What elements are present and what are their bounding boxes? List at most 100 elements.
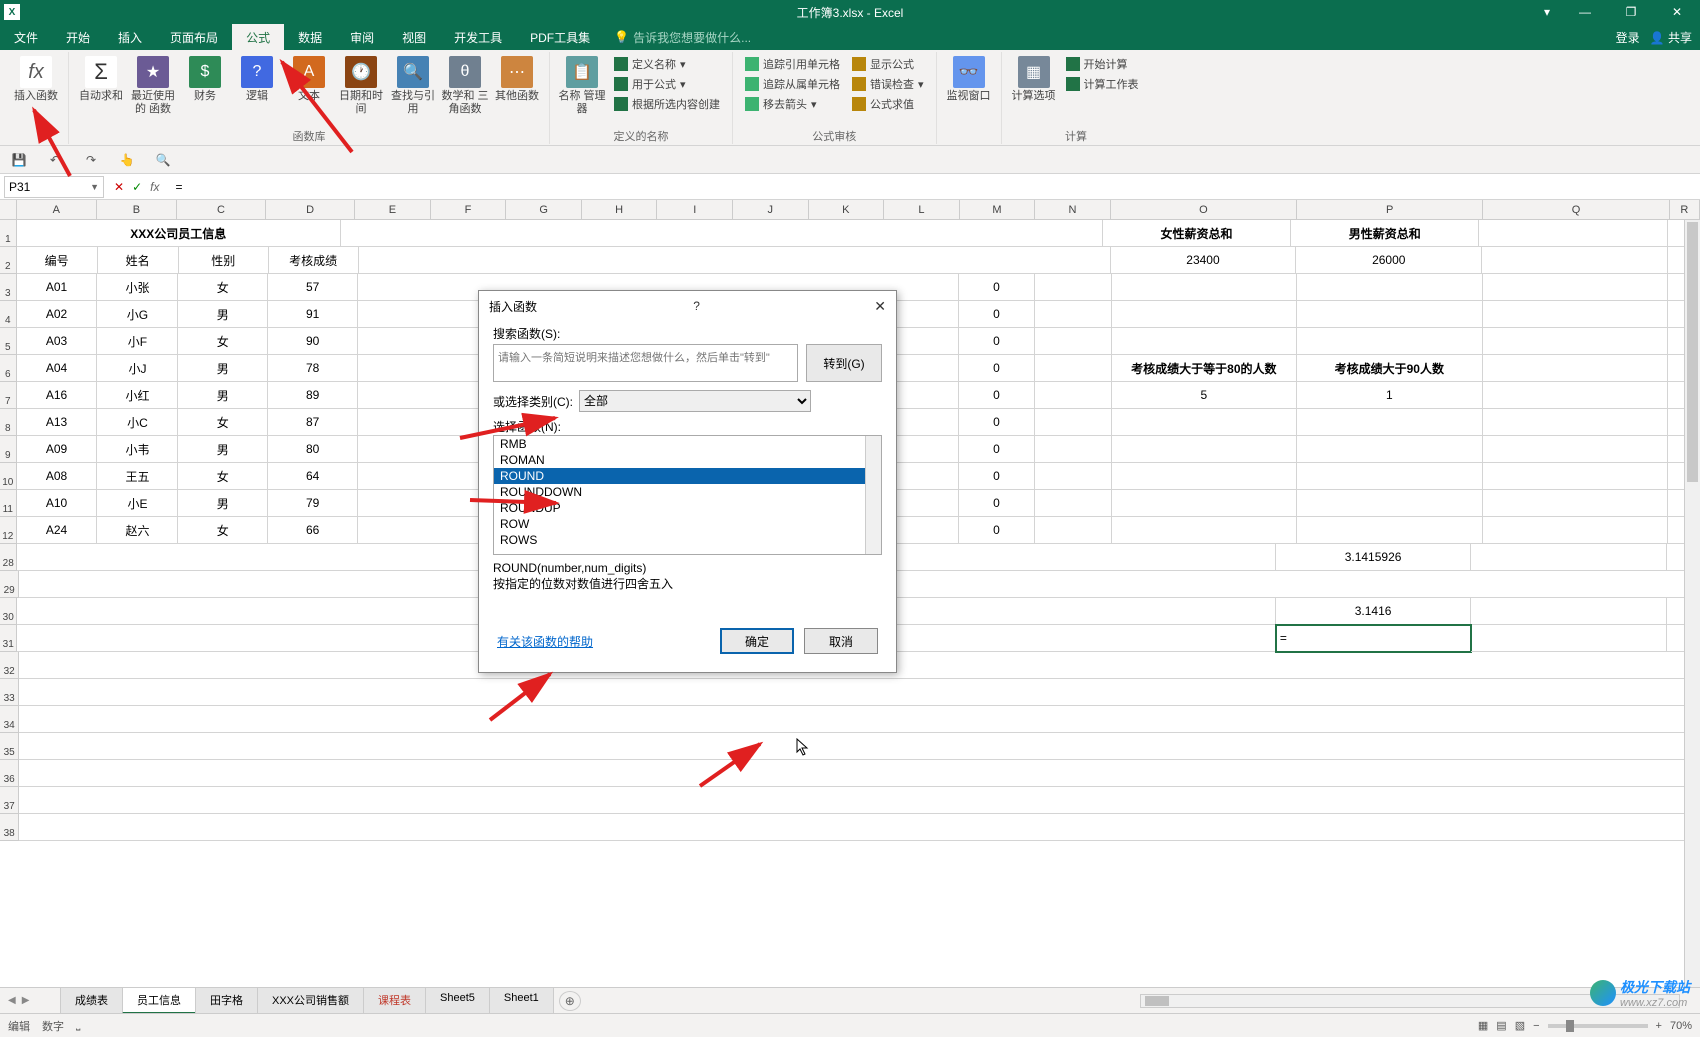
row-header[interactable]: 4: [0, 301, 17, 328]
cell-id[interactable]: A08: [17, 463, 98, 490]
show-formulas-button[interactable]: 显示公式: [848, 54, 928, 74]
tab-view[interactable]: 视图: [388, 24, 440, 50]
search-function-input[interactable]: [493, 344, 798, 382]
cell-name[interactable]: 小G: [97, 301, 178, 328]
column-header-F[interactable]: F: [431, 200, 507, 219]
function-listbox[interactable]: RMBROMANROUNDROUNDDOWNROUNDUPROWROWS: [493, 435, 882, 555]
dialog-titlebar[interactable]: 插入函数 ? ✕: [479, 291, 896, 321]
row-header[interactable]: 29: [0, 571, 19, 598]
gt90-label[interactable]: 考核成绩大于90人数: [1297, 355, 1482, 382]
close-button[interactable]: ✕: [1654, 0, 1700, 24]
vertical-scrollbar[interactable]: [1684, 220, 1700, 987]
row-header[interactable]: 11: [0, 490, 17, 517]
view-normal-button[interactable]: ▦: [1478, 1019, 1488, 1032]
table-title[interactable]: XXX公司员工信息: [17, 220, 341, 247]
row-header[interactable]: 35: [0, 733, 19, 760]
col-header-gender[interactable]: 性别: [179, 247, 269, 274]
watch-window-button[interactable]: 👓监视窗口: [945, 54, 993, 103]
cell[interactable]: [1483, 463, 1668, 490]
cancel-button[interactable]: 取消: [804, 628, 878, 654]
ok-button[interactable]: 确定: [720, 628, 794, 654]
cell[interactable]: [1483, 409, 1668, 436]
vertical-scrollbar-thumb[interactable]: [1687, 222, 1698, 482]
row-header[interactable]: 1: [0, 220, 17, 247]
cell-m[interactable]: 0: [959, 301, 1035, 328]
tab-insert[interactable]: 插入: [104, 24, 156, 50]
calculation-options-button[interactable]: ▦计算选项: [1010, 54, 1058, 103]
column-header-J[interactable]: J: [733, 200, 809, 219]
function-item-roundup[interactable]: ROUNDUP: [494, 500, 881, 516]
dialog-close-button[interactable]: ✕: [874, 298, 886, 315]
remove-arrows-button[interactable]: 移去箭头 ▾: [741, 94, 844, 114]
sheet-tab[interactable]: 员工信息: [122, 987, 196, 1014]
sheet-nav-left[interactable]: ◀: [8, 995, 16, 1006]
name-manager-button[interactable]: 📋名称 管理器: [558, 54, 606, 116]
function-item-row[interactable]: ROW: [494, 516, 881, 532]
col-header-name[interactable]: 姓名: [98, 247, 179, 274]
enter-formula-button[interactable]: ✓: [132, 180, 142, 194]
more-functions-button[interactable]: ⋯其他函数: [493, 54, 541, 103]
gt90-value[interactable]: 1: [1297, 382, 1482, 409]
cell-name[interactable]: 赵六: [97, 517, 178, 544]
cell-score[interactable]: 91: [268, 301, 358, 328]
cell-score[interactable]: 66: [268, 517, 358, 544]
horizontal-scrollbar-thumb[interactable]: [1145, 996, 1169, 1006]
cell-id[interactable]: A01: [17, 274, 98, 301]
cell[interactable]: [1483, 301, 1668, 328]
cell-id[interactable]: A24: [17, 517, 98, 544]
sheet-tab[interactable]: XXX公司销售额: [257, 987, 364, 1014]
column-header-C[interactable]: C: [177, 200, 266, 219]
cell-name[interactable]: 王五: [97, 463, 178, 490]
cell-gender[interactable]: 男: [178, 301, 268, 328]
text-button[interactable]: A文本: [285, 54, 333, 103]
cell-gender[interactable]: 女: [178, 328, 268, 355]
cell[interactable]: [1483, 328, 1668, 355]
cell-m[interactable]: 0: [959, 490, 1035, 517]
cell-score[interactable]: 87: [268, 409, 358, 436]
name-box[interactable]: P31 ▼: [4, 176, 104, 198]
male-salary-sum-value[interactable]: 26000: [1296, 247, 1482, 274]
define-name-button[interactable]: 定义名称 ▾: [610, 54, 724, 74]
maximize-button[interactable]: ❐: [1608, 0, 1654, 24]
cell-score[interactable]: 78: [268, 355, 358, 382]
row-header[interactable]: 3: [0, 274, 17, 301]
cell-name[interactable]: 小C: [97, 409, 178, 436]
cell[interactable]: [1483, 382, 1668, 409]
cell-id[interactable]: A13: [17, 409, 98, 436]
cell-gender[interactable]: 男: [178, 490, 268, 517]
column-header-D[interactable]: D: [266, 200, 355, 219]
insert-function-button[interactable]: fx 插入函数: [12, 54, 60, 103]
female-salary-sum-value[interactable]: 23400: [1111, 247, 1297, 274]
pi-long-cell[interactable]: 3.1415926: [1276, 544, 1471, 571]
zoom-slider-thumb[interactable]: [1566, 1020, 1574, 1032]
gte80-label[interactable]: 考核成绩大于等于80的人数: [1112, 355, 1297, 382]
cell-name[interactable]: 小F: [97, 328, 178, 355]
date-time-button[interactable]: 🕐日期和时间: [337, 54, 385, 116]
share-button[interactable]: 👤 共享: [1650, 29, 1692, 46]
category-select[interactable]: 全部: [579, 390, 811, 412]
row-header[interactable]: 2: [0, 247, 17, 274]
tab-file[interactable]: 文件: [0, 24, 52, 50]
cell-gender[interactable]: 女: [178, 517, 268, 544]
new-sheet-button[interactable]: ⊕: [559, 991, 581, 1011]
row-header[interactable]: 8: [0, 409, 17, 436]
cell-id[interactable]: A16: [17, 382, 98, 409]
row-header[interactable]: 28: [0, 544, 17, 571]
cell[interactable]: [1483, 490, 1668, 517]
function-item-rows[interactable]: ROWS: [494, 532, 881, 548]
sheet-tab[interactable]: 课程表: [363, 987, 426, 1014]
cell-name[interactable]: 小张: [97, 274, 178, 301]
cell-score[interactable]: 80: [268, 436, 358, 463]
col-header-id[interactable]: 编号: [17, 247, 98, 274]
cell-score[interactable]: 57: [268, 274, 358, 301]
row-header[interactable]: 6: [0, 355, 17, 382]
zoom-out-button[interactable]: −: [1533, 1020, 1539, 1032]
cell[interactable]: [1483, 436, 1668, 463]
function-item-round[interactable]: ROUND: [494, 468, 881, 484]
active-cell[interactable]: =: [1276, 625, 1471, 652]
listbox-scrollbar[interactable]: [865, 436, 881, 554]
column-header-Q[interactable]: Q: [1483, 200, 1669, 219]
cell-gender[interactable]: 女: [178, 409, 268, 436]
tell-me-search[interactable]: 💡 告诉我您想要做什么...: [604, 24, 761, 50]
cell[interactable]: [1482, 247, 1668, 274]
